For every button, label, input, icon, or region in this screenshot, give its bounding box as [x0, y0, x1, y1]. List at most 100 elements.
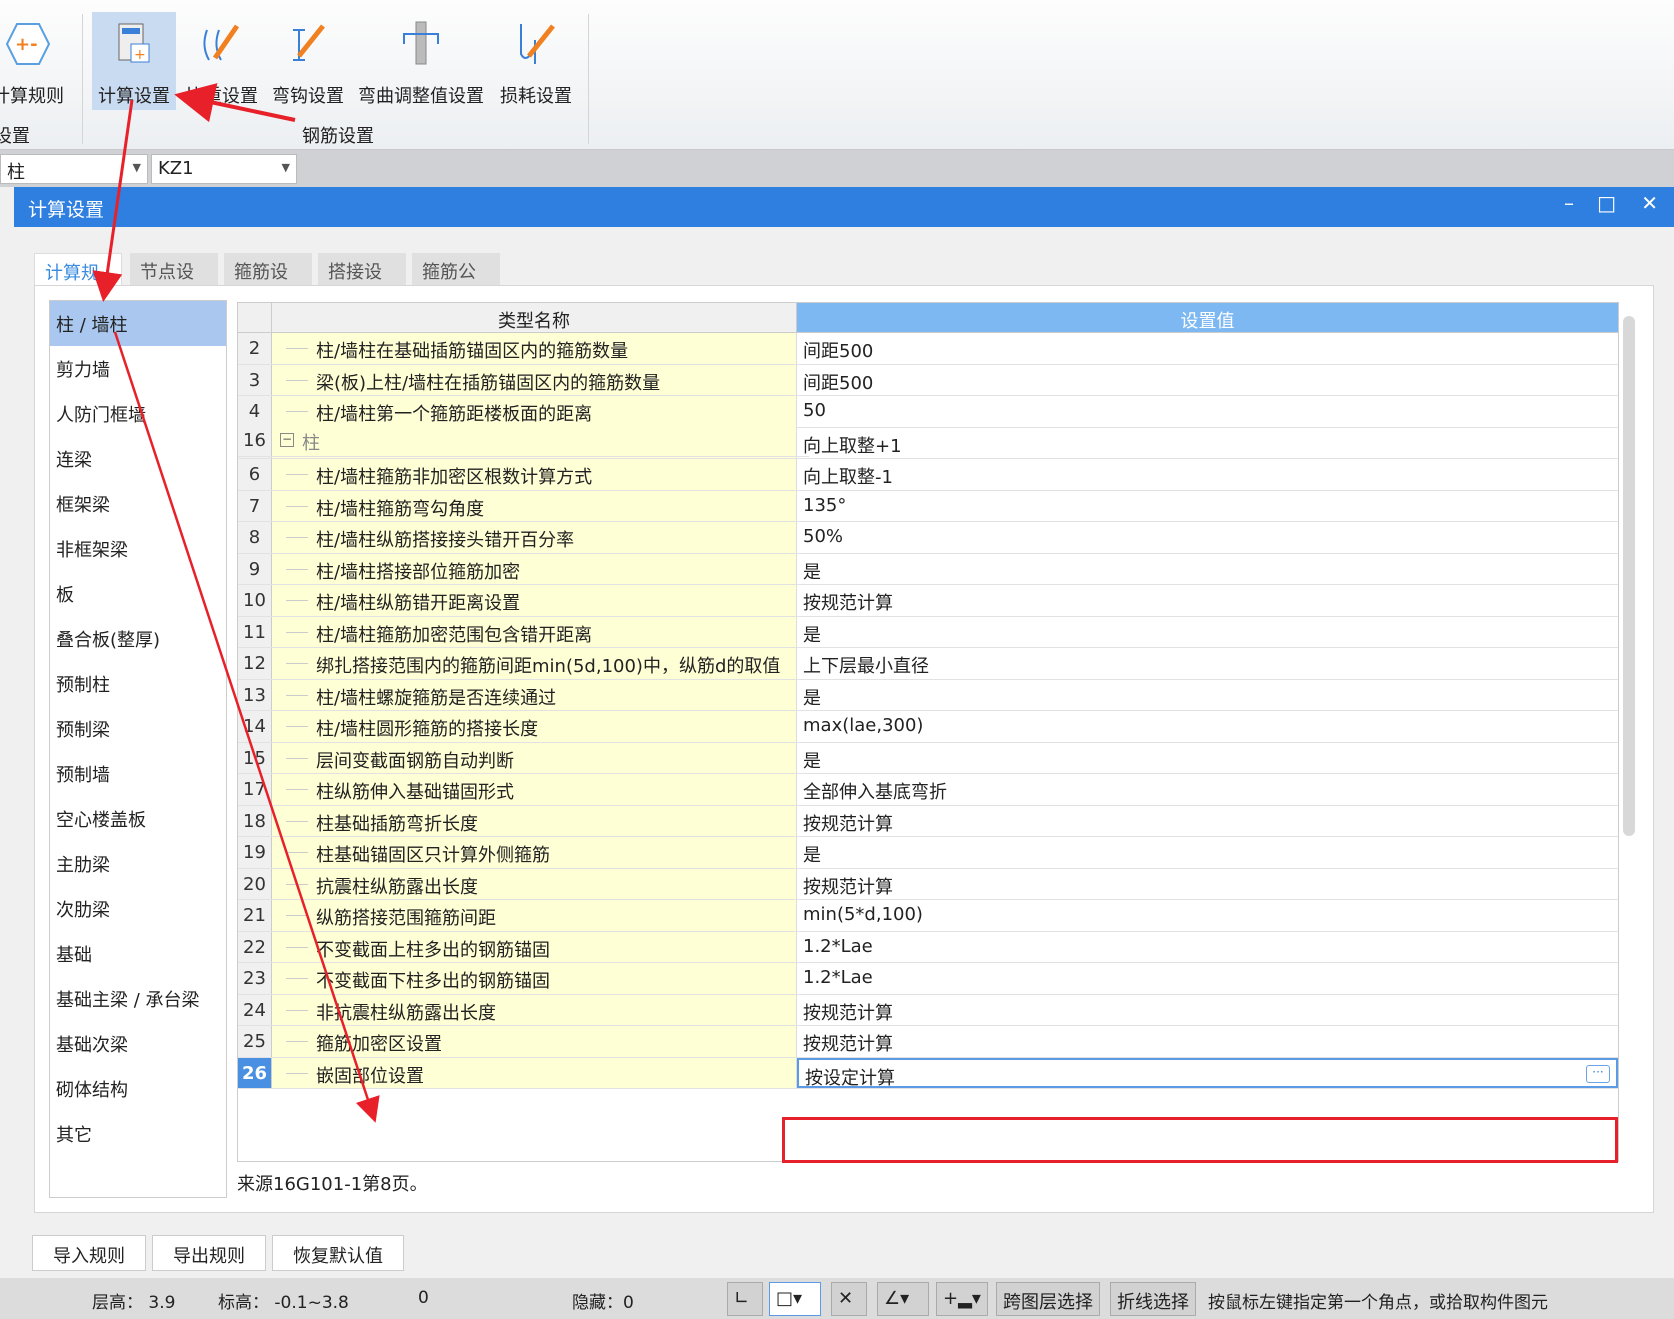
table-row[interactable]: 26 嵌固部位设置 按设定计算 ··· [238, 1057, 1618, 1089]
collapse-icon[interactable]: − [280, 433, 294, 447]
table-row[interactable]: 15 层间变截面钢筋自动判断是 [238, 742, 1618, 774]
component-list-item[interactable]: 人防门框墙 [50, 391, 226, 436]
table-row[interactable]: 18 柱基础插筋弯折长度 按规范计算 [238, 805, 1618, 837]
export-rules-button[interactable]: 导出规则 [152, 1235, 266, 1271]
component-list-item[interactable]: 预制梁 [50, 706, 226, 751]
polyline-select-button[interactable]: 折线选择 [1110, 1282, 1196, 1316]
setting-value-cell[interactable]: 全部伸入基底弯折 [797, 774, 1618, 805]
table-row[interactable]: 12 绑扎搭接范围内的箍筋间距min(5d,100)中，纵筋d的取值 上下层最小直径 [238, 648, 1618, 680]
setting-value-cell[interactable]: 按规范计算 [797, 1026, 1618, 1057]
table-row[interactable]: 24 非抗震柱纵筋露出长度 按规范计算 [238, 994, 1618, 1026]
angle-icon[interactable]: ∠▾ [877, 1282, 929, 1316]
table-row[interactable]: 11 柱/墙柱箍筋加密范围包含错开距离是 [238, 616, 1618, 648]
component-list-item[interactable]: 板 [50, 571, 226, 616]
loss-settings-button[interactable]: 损耗设置 [494, 12, 578, 110]
group-row[interactable]: 16− 柱 [238, 425, 809, 457]
setting-value-cell[interactable]: 按设定计算 ··· [797, 1057, 1618, 1089]
setting-value-cell[interactable]: 是 [797, 554, 1618, 585]
setting-value-cell[interactable]: 间距500 [797, 333, 1618, 364]
ellipsis-icon[interactable]: ··· [1586, 1064, 1610, 1083]
component-list-item[interactable]: 柱 / 墙柱 [50, 301, 226, 346]
table-row[interactable]: 22 不变截面上柱多出的钢筋锚固 1.2*Lae [238, 931, 1618, 963]
table-row[interactable]: 7 柱/墙柱箍筋弯勾角度 135° [238, 490, 1618, 522]
table-row[interactable]: 2 柱/墙柱在基础插筋锚固区内的箍筋数量 间距500 [238, 333, 1618, 365]
setting-value-cell[interactable]: 是 [797, 743, 1618, 774]
setting-value-cell[interactable]: 是 [797, 617, 1618, 648]
setting-value-cell[interactable]: 50% [797, 522, 1618, 553]
row-number: 2 [238, 333, 272, 364]
bend-adjust-button[interactable]: 弯曲调整值设置 [356, 12, 486, 110]
setting-value-cell[interactable]: 按规范计算 [797, 869, 1618, 900]
setting-value-cell[interactable]: 按规范计算 [797, 995, 1618, 1026]
setting-value-cell[interactable]: 按规范计算 [797, 585, 1618, 616]
component-list-item[interactable]: 基础次梁 [50, 1021, 226, 1066]
cross-icon[interactable]: ✕ [831, 1282, 867, 1316]
setting-value-cell[interactable]: max(lae,300) [797, 711, 1618, 742]
component-list-item[interactable]: 其它 [50, 1111, 226, 1156]
component-list-item[interactable]: 空心楼盖板 [50, 796, 226, 841]
component-type-select[interactable]: 柱 ▼ [0, 154, 148, 184]
setting-value-cell[interactable]: 向上取整+1 [797, 428, 1618, 459]
hook-settings-button[interactable]: 弯钩设置 [268, 12, 348, 110]
table-row[interactable]: 10 柱/墙柱纵筋错开距离设置 按规范计算 [238, 585, 1618, 617]
setting-value-cell[interactable]: 上下层最小直径 [797, 648, 1618, 679]
setting-value-cell[interactable]: 是 [797, 680, 1618, 711]
tab-stirrup-formula[interactable]: 箍筋公式 [412, 253, 500, 309]
floor-height: 层高： 3.9 [92, 1293, 176, 1313]
dialog-titlebar: 计算设置 – □ ✕ [14, 187, 1674, 227]
setting-value-cell[interactable]: 50 [797, 396, 1618, 427]
component-list-item[interactable]: 非框架梁 [50, 526, 226, 571]
table-row[interactable]: 4 柱/墙柱第一个箍筋距楼板面的距离 50 [238, 396, 1618, 428]
restore-defaults-button[interactable]: 恢复默认值 [272, 1235, 404, 1271]
table-row[interactable]: 6 柱/墙柱箍筋非加密区根数计算方式 向上取整-1 [238, 459, 1618, 491]
tab-lap-settings[interactable]: 搭接设置 [318, 253, 406, 309]
setting-value-cell[interactable]: 135° [797, 491, 1618, 522]
setting-value-cell[interactable]: min(5*d,100) [797, 900, 1618, 931]
setting-value-cell[interactable]: 是 [797, 837, 1618, 868]
minimize-icon[interactable]: – [1564, 191, 1574, 215]
table-row[interactable]: 3 梁(板)上柱/墙柱在插筋锚固区内的箍筋数量 间距500 [238, 364, 1618, 396]
maximize-icon[interactable]: □ [1597, 191, 1616, 215]
table-row[interactable]: 8 柱/墙柱纵筋搭接接头错开百分率 50% [238, 522, 1618, 554]
table-row[interactable]: 23 不变截面下柱多出的钢筋锚固 1.2*Lae [238, 963, 1618, 995]
tab-calc-rules[interactable]: 计算规则 [34, 253, 122, 310]
table-row[interactable]: 19 柱基础锚固区只计算外侧箍筋是 [238, 837, 1618, 869]
setting-value-cell[interactable]: 1.2*Lae [797, 932, 1618, 963]
table-row[interactable]: 21 纵筋搭接范围箍筋间距 min(5*d,100) [238, 900, 1618, 932]
component-list-item[interactable]: 次肋梁 [50, 886, 226, 931]
density-settings-button[interactable]: 比重设置 [182, 12, 262, 110]
setting-value-cell[interactable]: 向上取整-1 [797, 459, 1618, 490]
component-list-item[interactable]: 框架梁 [50, 481, 226, 526]
calc-settings-button[interactable]: + 计算设置 [92, 12, 176, 110]
component-list-item[interactable]: 预制墙 [50, 751, 226, 796]
component-list-item[interactable]: 基础 [50, 931, 226, 976]
setting-value-cell[interactable]: 按规范计算 [797, 806, 1618, 837]
tab-node-settings[interactable]: 节点设置 [130, 253, 218, 309]
setting-value-cell[interactable]: 1.2*Lae [797, 963, 1618, 994]
cross-layer-select-button[interactable]: 跨图层选择 [996, 1282, 1100, 1316]
tab-stirrup-settings[interactable]: 箍筋设置 [224, 253, 312, 309]
import-rules-button[interactable]: 导入规则 [32, 1235, 146, 1271]
table-row[interactable]: 25 箍筋加密区设置 按规范计算 [238, 1026, 1618, 1058]
component-list-item[interactable]: 基础主梁 / 承台梁 [50, 976, 226, 1021]
setting-value-cell[interactable]: 间距500 [797, 365, 1618, 396]
ortho-icon[interactable]: ∟ [727, 1282, 763, 1316]
offset-icon[interactable]: +▂▾ [936, 1282, 988, 1316]
component-list-item[interactable]: 叠合板(整厚) [50, 616, 226, 661]
component-name-select[interactable]: KZ1 ▼ [151, 154, 297, 184]
component-list-item[interactable]: 预制柱 [50, 661, 226, 706]
component-list-item[interactable]: 剪力墙 [50, 346, 226, 391]
component-list-item[interactable]: 主肋梁 [50, 841, 226, 886]
table-row[interactable]: 17 柱纵筋伸入基础锚固形式 全部伸入基底弯折 [238, 774, 1618, 806]
close-icon[interactable]: ✕ [1641, 191, 1658, 215]
component-list-item[interactable]: 连梁 [50, 436, 226, 481]
table-row[interactable]: 9 柱/墙柱搭接部位箍筋加密是 [238, 553, 1618, 585]
calc-rule-button[interactable]: +- 计算规则 [0, 12, 68, 110]
component-list-item[interactable]: 砌体结构 [50, 1066, 226, 1111]
select-box-icon[interactable]: □▾ [769, 1282, 821, 1316]
table-row[interactable]: 14 柱/墙柱圆形箍筋的搭接长度 max(lae,300) [238, 711, 1618, 743]
table-row[interactable]: 20 抗震柱纵筋露出长度 按规范计算 [238, 868, 1618, 900]
vertical-scrollbar[interactable] [1623, 316, 1635, 836]
setting-value-cell[interactable] [797, 425, 809, 456]
table-row[interactable]: 13 柱/墙柱螺旋箍筋是否连续通过是 [238, 679, 1618, 711]
